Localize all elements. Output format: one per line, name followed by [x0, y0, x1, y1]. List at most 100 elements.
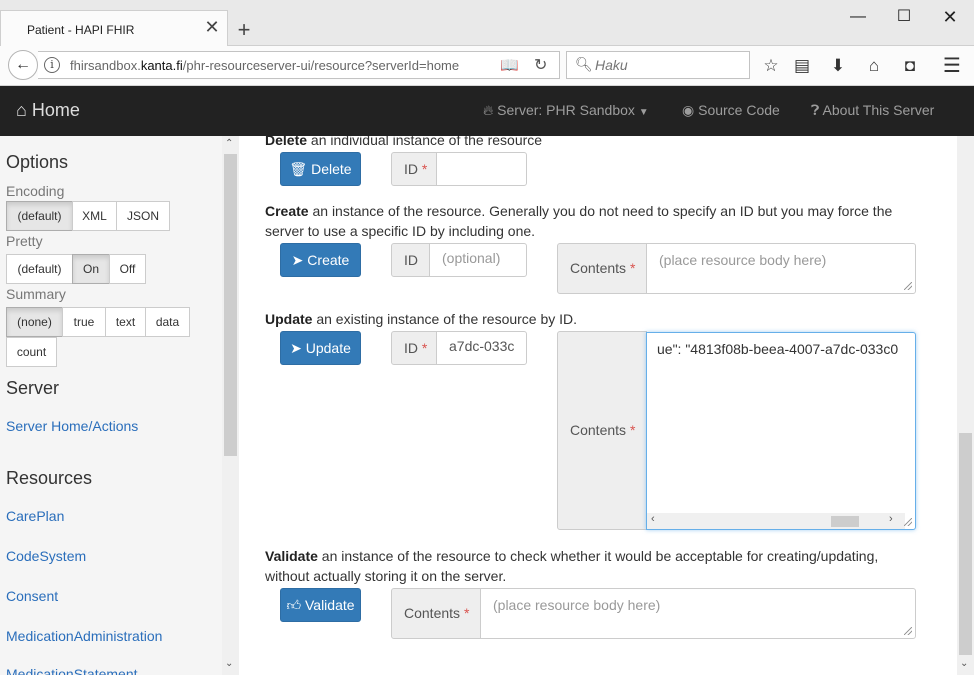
source-code-link[interactable]: ◉ Source Code — [682, 102, 780, 119]
sidebar-scrollbar[interactable]: ⌃ ⌄ — [222, 136, 239, 675]
pretty-default-button[interactable]: (default) — [6, 254, 73, 284]
reader-view-icon[interactable]: 📖 — [500, 56, 519, 74]
source-code-label: Source Code — [698, 102, 780, 118]
paper-plane-icon: ➤ — [291, 252, 304, 268]
pocket-icon[interactable]: ◘ — [898, 54, 922, 78]
scroll-right-icon[interactable]: › — [889, 513, 893, 525]
server-heading: Server — [6, 378, 60, 398]
server-home-actions-link[interactable]: Server Home/Actions — [6, 418, 138, 434]
url-domain: kanta.fi — [140, 58, 183, 73]
encoding-default-button[interactable]: (default) — [6, 201, 73, 231]
encoding-json-button[interactable]: JSON — [116, 201, 170, 231]
new-tab-icon[interactable]: + — [234, 19, 254, 41]
required-marker: * — [629, 260, 636, 276]
about-server-link[interactable]: ❓︎ About This Server — [811, 102, 934, 119]
bookmark-star-icon[interactable]: ☆ — [759, 54, 783, 78]
summary-count-button[interactable]: count — [6, 337, 57, 367]
download-icon[interactable]: ⬇ — [826, 54, 850, 78]
browser-tab[interactable]: Patient - HAPI FHIR ✕ — [0, 10, 228, 47]
resource-link-consent[interactable]: Consent — [6, 588, 58, 604]
trash-icon: 🗑︎ — [289, 161, 308, 177]
create-desc-bold: Create — [265, 203, 309, 219]
validate-contents-textarea[interactable]: (place resource body here) — [480, 588, 916, 639]
home-icon[interactable]: ⌂ — [862, 54, 886, 78]
textarea-horizontal-scrollbar[interactable]: ‹ › — [647, 513, 905, 529]
pretty-label: Pretty — [6, 233, 43, 249]
summary-true-button[interactable]: true — [62, 307, 106, 337]
scroll-left-icon[interactable]: ‹ — [651, 513, 655, 525]
main-content: Delete an individual instance of the res… — [240, 136, 957, 675]
validate-button[interactable]: 👍︎ Validate — [280, 588, 361, 622]
delete-button-label: Delete — [311, 161, 352, 177]
server-dropdown[interactable]: 🔥︎ Server: PHR Sandbox ▼ — [483, 102, 649, 119]
resource-link-careplan[interactable]: CarePlan — [6, 508, 64, 524]
delete-button[interactable]: 🗑︎ Delete — [280, 152, 361, 186]
url-bar[interactable]: i fhirsandbox.kanta.fi/phr-resourceserve… — [38, 51, 560, 79]
main-scroll-thumb[interactable] — [959, 433, 972, 655]
browser-tab-bar: Patient - HAPI FHIR ✕ + — ☐ ✕ — [0, 0, 974, 47]
main-scrollbar[interactable]: ⌄ — [957, 136, 974, 675]
window-minimize-icon[interactable]: — — [848, 8, 868, 26]
summary-data-button[interactable]: data — [145, 307, 190, 337]
scroll-down-icon[interactable]: ⌄ — [960, 658, 968, 669]
delete-id-text: ID — [404, 161, 418, 177]
create-button[interactable]: ➤ Create — [280, 243, 361, 277]
sidebar-scroll-thumb[interactable] — [224, 154, 237, 456]
validate-contents-text: Contents — [404, 605, 461, 621]
validate-contents-label: Contents * — [391, 588, 481, 639]
encoding-xml-button[interactable]: XML — [72, 201, 117, 231]
resize-grip-icon[interactable] — [904, 282, 912, 290]
resource-link-codesystem[interactable]: CodeSystem — [6, 548, 86, 564]
summary-text-button[interactable]: text — [105, 307, 146, 337]
required-marker: * — [463, 605, 470, 621]
pretty-on-button[interactable]: On — [72, 254, 110, 284]
back-arrow-icon[interactable]: ← — [8, 50, 38, 80]
update-button[interactable]: ➤ Update — [280, 331, 361, 365]
create-button-label: Create — [307, 252, 350, 268]
update-contents-textarea[interactable]: ue": "4813f08b-beea-4007-a7dc-033c0 ‹ › — [646, 332, 916, 530]
create-desc-text: an instance of the resource. Generally y… — [265, 203, 893, 239]
about-label: About This Server — [822, 102, 935, 118]
site-info-icon[interactable]: i — [44, 57, 60, 73]
delete-id-input[interactable] — [436, 152, 527, 186]
textarea-scroll-thumb[interactable] — [831, 516, 859, 527]
delete-desc-text: an individual instance of the resource — [307, 136, 543, 148]
home-icon: ⌂ — [16, 100, 27, 120]
reading-list-icon[interactable]: ▤ — [790, 54, 814, 78]
scroll-down-icon[interactable]: ⌄ — [225, 658, 233, 669]
create-contents-label: Contents * — [557, 243, 647, 294]
app-navbar: ⌂ Home 🔥︎ Server: PHR Sandbox ▼ ◉ Source… — [0, 86, 974, 136]
delete-description: Delete an individual instance of the res… — [265, 136, 925, 150]
url-prefix: fhirsandbox. — [70, 58, 141, 73]
url-text: fhirsandbox.kanta.fi/phr-resourceserver-… — [70, 58, 478, 73]
create-contents-textarea[interactable]: (place resource body here) — [646, 243, 916, 294]
github-icon: ◉ — [682, 102, 695, 118]
create-id-input[interactable]: (optional) — [429, 243, 527, 277]
pretty-off-button[interactable]: Off — [109, 254, 146, 284]
required-marker: * — [421, 340, 428, 356]
url-path: /phr-resourceserver-ui/resource?serverId… — [182, 58, 460, 73]
update-id-input[interactable]: a7dc-033c — [436, 331, 527, 365]
reload-icon[interactable]: ↻ — [534, 55, 547, 75]
resource-link-medicationstatement[interactable]: MedicationStatement — [6, 666, 138, 675]
menu-icon[interactable]: ☰ — [940, 54, 964, 78]
window-maximize-icon[interactable]: ☐ — [894, 8, 914, 26]
search-input[interactable] — [595, 56, 745, 74]
resources-heading: Resources — [6, 468, 93, 488]
create-contents-placeholder: (place resource body here) — [659, 252, 827, 268]
resource-link-medicationadministration[interactable]: MedicationAdministration — [6, 628, 162, 644]
scroll-up-icon[interactable]: ⌃ — [225, 138, 233, 149]
resize-grip-icon[interactable] — [904, 627, 912, 635]
resize-grip-icon[interactable] — [904, 518, 912, 526]
validate-desc-text: an instance of the resource to check whe… — [265, 548, 879, 584]
summary-none-button[interactable]: (none) — [6, 307, 63, 337]
create-contents-text: Contents — [570, 260, 627, 276]
browser-search-box[interactable]: 🔍︎ — [566, 51, 750, 79]
search-icon: 🔍︎ — [575, 56, 593, 72]
update-description: Update an existing instance of the resou… — [265, 309, 925, 329]
tab-close-icon[interactable]: ✕ — [202, 17, 222, 37]
required-marker: * — [629, 422, 636, 438]
window-close-icon[interactable]: ✕ — [940, 8, 960, 26]
fire-icon: 🔥︎ — [483, 102, 494, 118]
home-link[interactable]: ⌂ Home — [16, 100, 80, 121]
